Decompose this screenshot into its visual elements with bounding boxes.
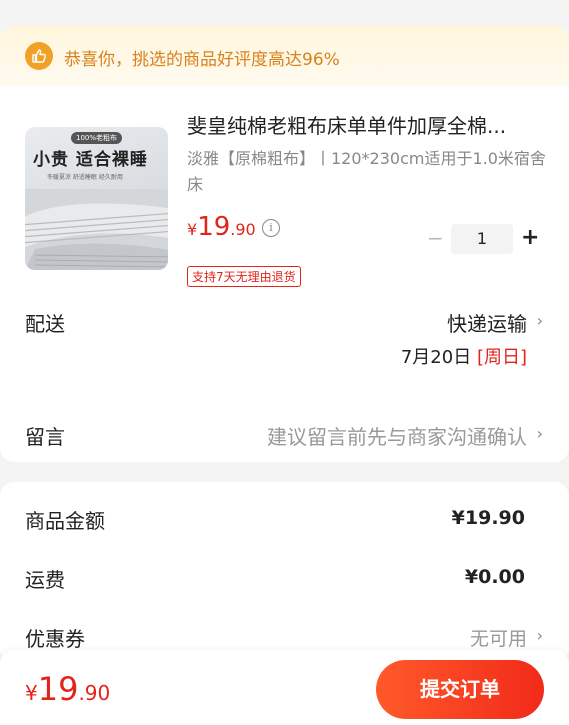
info-icon[interactable]: i: [262, 219, 280, 237]
praise-text: 恭喜你，挑选的商品好评度高达96%: [64, 50, 340, 70]
total-integer: 19: [37, 670, 79, 708]
price-integer: 19: [197, 212, 231, 242]
product-thumbnail[interactable]: 100%老粗布 小贵 适合裸睡 冬暖夏凉 舒适睡眠 经久耐用: [25, 127, 168, 270]
goods-amount-label: 商品金额: [25, 509, 105, 533]
thumb-subtitle: 冬暖夏凉 舒适睡眠 经久耐用: [47, 174, 123, 181]
total-price: ¥19.90: [25, 670, 110, 708]
chevron-right-icon[interactable]: ›: [537, 424, 543, 443]
price-currency: ¥: [187, 220, 198, 239]
delivery-method[interactable]: 快递运输: [447, 308, 527, 337]
message-label: 留言: [25, 425, 65, 449]
quantity-decrease-button[interactable]: −: [427, 226, 444, 250]
product-spec[interactable]: 淡雅【原棉粗布】丨120*230cm适用于1.0米宿舍床: [187, 146, 549, 198]
thumbs-up-icon: [25, 42, 53, 70]
shipping-fee-value: ¥0.00: [464, 566, 525, 588]
chevron-right-icon[interactable]: ›: [537, 626, 543, 645]
price-summary-card: 商品金额 ¥19.90 运费 ¥0.00 优惠券 无可用 ›: [0, 482, 569, 662]
coupon-label: 优惠券: [25, 627, 85, 651]
delivery-weekday: [周日]: [476, 347, 527, 368]
quantity-increase-button[interactable]: +: [521, 224, 539, 252]
chevron-right-icon[interactable]: ›: [537, 311, 543, 330]
praise-banner: 恭喜你，挑选的商品好评度高达96%: [0, 26, 569, 86]
delivery-date: 7月20日 [周日]: [401, 343, 527, 369]
delivery-label: 配送: [25, 312, 65, 336]
return-policy-badge: 支持7天无理由退货: [187, 266, 301, 287]
checkout-bar: ¥19.90 提交订单: [0, 650, 569, 725]
message-input[interactable]: 建议留言前先与商家沟通确认: [267, 421, 527, 450]
product-title[interactable]: 斐皇纯棉老粗布床单单件加厚全棉...: [187, 110, 547, 139]
total-currency: ¥: [25, 681, 38, 705]
coupon-value[interactable]: 无可用: [470, 624, 527, 651]
fabric-image: [25, 189, 168, 270]
delivery-date-text: 7月20日: [400, 347, 472, 368]
total-decimal: .90: [78, 681, 111, 705]
product-price: ¥19.90: [187, 212, 256, 242]
submit-order-button[interactable]: 提交订单: [376, 660, 544, 719]
goods-amount-value: ¥19.90: [451, 507, 525, 529]
quantity-input[interactable]: 1: [451, 224, 513, 254]
thumb-title: 小贵 适合裸睡: [33, 150, 148, 170]
thumb-badge: 100%老粗布: [71, 132, 123, 144]
shipping-fee-label: 运费: [25, 568, 65, 592]
order-item-card: 恭喜你，挑选的商品好评度高达96% 100%老粗布 小贵 适合裸睡 冬暖夏凉 舒…: [0, 26, 569, 462]
price-decimal: .90: [230, 220, 256, 239]
